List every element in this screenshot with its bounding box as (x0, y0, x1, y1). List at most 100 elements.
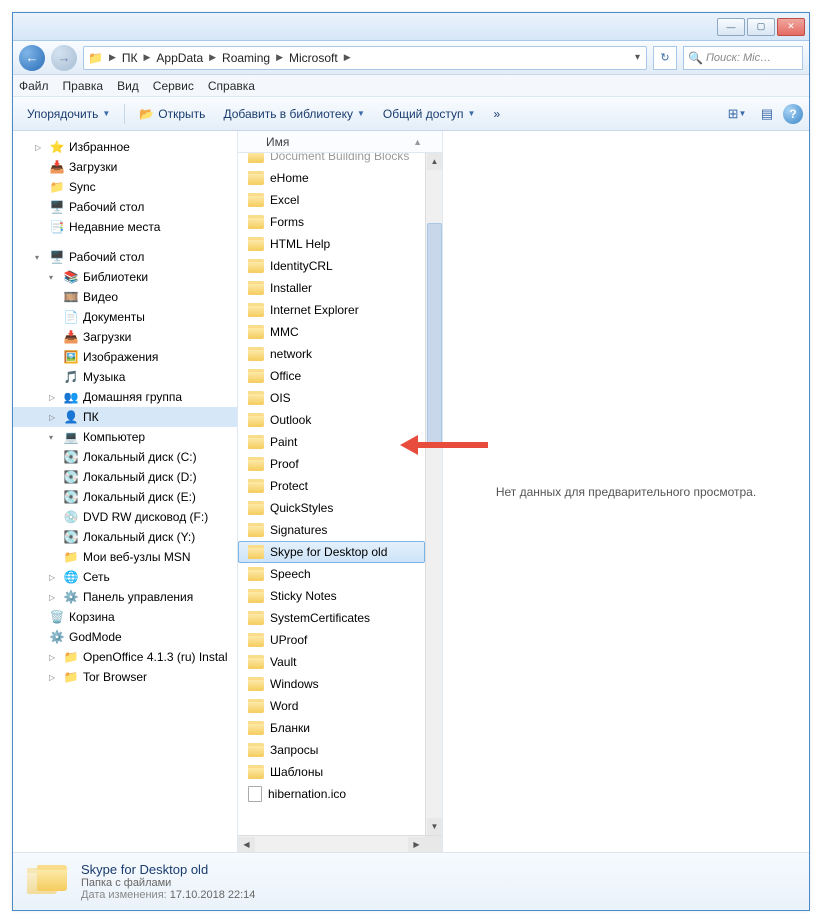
folder-icon (248, 325, 264, 339)
forward-button[interactable]: → (51, 45, 77, 71)
file-name: IdentityCRL (270, 259, 333, 273)
address-bar[interactable]: ▶ ПК▶ AppData▶ Roaming▶ Microsoft▶ ▾ (83, 46, 647, 70)
file-item[interactable]: IdentityCRL (238, 255, 425, 277)
file-item[interactable]: Windows (238, 673, 425, 695)
sidebar-godmode[interactable]: ⚙️GodMode (13, 627, 237, 647)
sidebar-msn[interactable]: 📁Мои веб-узлы MSN (13, 547, 237, 567)
maximize-button[interactable]: ▢ (747, 18, 775, 36)
breadcrumb-item[interactable]: Microsoft (285, 51, 342, 65)
menu-file[interactable]: Файл (19, 79, 49, 93)
folder-icon (88, 51, 107, 65)
menu-service[interactable]: Сервис (153, 79, 194, 93)
file-item[interactable]: hibernation.ico (238, 783, 425, 805)
sidebar-disk-y[interactable]: 💽Локальный диск (Y:) (13, 527, 237, 547)
sidebar-recent[interactable]: 📑Недавние места (13, 217, 237, 237)
folder-icon (248, 193, 264, 207)
folder-icon (248, 721, 264, 735)
file-item[interactable]: SystemCertificates (238, 607, 425, 629)
sidebar-downloads[interactable]: 📥Загрузки (13, 157, 237, 177)
file-item[interactable]: Запросы (238, 739, 425, 761)
addlib-button[interactable]: Добавить в библиотеку ▼ (215, 104, 372, 124)
sidebar-images[interactable]: 🖼️Изображения (13, 347, 237, 367)
file-item[interactable]: Internet Explorer (238, 299, 425, 321)
sidebar-documents[interactable]: 📄Документы (13, 307, 237, 327)
sidebar-disk-e[interactable]: 💽Локальный диск (E:) (13, 487, 237, 507)
close-button[interactable]: ✕ (777, 18, 805, 36)
minimize-button[interactable]: — (717, 18, 745, 36)
file-item[interactable]: Sticky Notes (238, 585, 425, 607)
details-folder-icon (27, 863, 69, 901)
file-name: Installer (270, 281, 312, 295)
preview-pane-button[interactable]: ▤ (753, 103, 781, 125)
sidebar-recycle[interactable]: 🗑️Корзина (13, 607, 237, 627)
sidebar-desktop2[interactable]: ▾🖥️Рабочий стол (13, 247, 237, 267)
breadcrumb-item[interactable]: Roaming (218, 51, 274, 65)
file-item[interactable]: Бланки (238, 717, 425, 739)
file-item[interactable]: Word (238, 695, 425, 717)
file-item[interactable]: Office (238, 365, 425, 387)
breadcrumb-item[interactable]: AppData (152, 51, 207, 65)
file-name: Word (270, 699, 298, 713)
file-item[interactable]: Excel (238, 189, 425, 211)
refresh-button[interactable]: ↻ (653, 46, 677, 70)
file-item[interactable]: network (238, 343, 425, 365)
sidebar-sync[interactable]: 📁Sync (13, 177, 237, 197)
file-item[interactable]: Installer (238, 277, 425, 299)
column-header-name[interactable]: Имя▲ (238, 131, 442, 153)
file-item[interactable]: Speech (238, 563, 425, 585)
file-item[interactable]: HTML Help (238, 233, 425, 255)
details-type: Папка с файлами (81, 877, 255, 889)
folder-icon (248, 237, 264, 251)
file-item[interactable]: Skype for Desktop old (238, 541, 425, 563)
file-item[interactable]: eHome (238, 167, 425, 189)
sidebar-music[interactable]: 🎵Музыка (13, 367, 237, 387)
file-item[interactable]: Vault (238, 651, 425, 673)
file-item[interactable]: Outlook (238, 409, 425, 431)
file-name: Signatures (270, 523, 327, 537)
back-button[interactable]: ← (19, 45, 45, 71)
sidebar-dvd[interactable]: 💿DVD RW дисковод (F:) (13, 507, 237, 527)
open-button[interactable]: 📂Открыть (131, 104, 213, 124)
sidebar-disk-c[interactable]: 💽Локальный диск (C:) (13, 447, 237, 467)
menu-view[interactable]: Вид (117, 79, 139, 93)
horizontal-scrollbar[interactable]: ◀▶ (238, 835, 442, 852)
sidebar-openoffice[interactable]: ▷📁OpenOffice 4.1.3 (ru) Instal (13, 647, 237, 667)
file-item[interactable]: Signatures (238, 519, 425, 541)
file-item[interactable]: Protect (238, 475, 425, 497)
file-item[interactable]: Paint (238, 431, 425, 453)
file-item[interactable]: Шаблоны (238, 761, 425, 783)
file-item[interactable]: QuickStyles (238, 497, 425, 519)
file-item[interactable]: UProof (238, 629, 425, 651)
sidebar-downloads2[interactable]: 📥Загрузки (13, 327, 237, 347)
sidebar-homegroup[interactable]: ▷👥Домашняя группа (13, 387, 237, 407)
sidebar-control[interactable]: ▷⚙️Панель управления (13, 587, 237, 607)
sidebar-tor[interactable]: ▷📁Tor Browser (13, 667, 237, 687)
view-button[interactable]: ⊞ ▼ (723, 103, 751, 125)
share-button[interactable]: Общий доступ ▼ (375, 104, 484, 124)
sidebar-favorites[interactable]: ▷⭐Избранное (13, 137, 237, 157)
file-item[interactable]: Forms (238, 211, 425, 233)
file-item[interactable]: MMC (238, 321, 425, 343)
file-item[interactable]: Document Building Blocks (238, 153, 425, 167)
file-name: Internet Explorer (270, 303, 359, 317)
sidebar-libraries[interactable]: ▾📚Библиотеки (13, 267, 237, 287)
breadcrumb-item[interactable]: ПК (118, 51, 142, 65)
sidebar-computer[interactable]: ▾💻Компьютер (13, 427, 237, 447)
organize-button[interactable]: Упорядочить ▼ (19, 104, 118, 124)
sidebar-desktop[interactable]: 🖥️Рабочий стол (13, 197, 237, 217)
file-name: Skype for Desktop old (270, 545, 387, 559)
help-button[interactable]: ? (783, 104, 803, 124)
sidebar-pc[interactable]: ▷👤ПК (13, 407, 237, 427)
vertical-scrollbar[interactable]: ▲ ▼ (425, 153, 442, 852)
sidebar-network[interactable]: ▷🌐Сеть (13, 567, 237, 587)
file-item[interactable]: Proof (238, 453, 425, 475)
search-input[interactable]: 🔍Поиск: Mic… (683, 46, 803, 70)
menu-edit[interactable]: Правка (63, 79, 104, 93)
sidebar-video[interactable]: 🎞️Видео (13, 287, 237, 307)
folder-icon (248, 457, 264, 471)
navbar: ← → ▶ ПК▶ AppData▶ Roaming▶ Microsoft▶ ▾… (13, 41, 809, 75)
more-button[interactable]: » (485, 104, 508, 124)
sidebar-disk-d[interactable]: 💽Локальный диск (D:) (13, 467, 237, 487)
menu-help[interactable]: Справка (208, 79, 255, 93)
file-item[interactable]: OIS (238, 387, 425, 409)
